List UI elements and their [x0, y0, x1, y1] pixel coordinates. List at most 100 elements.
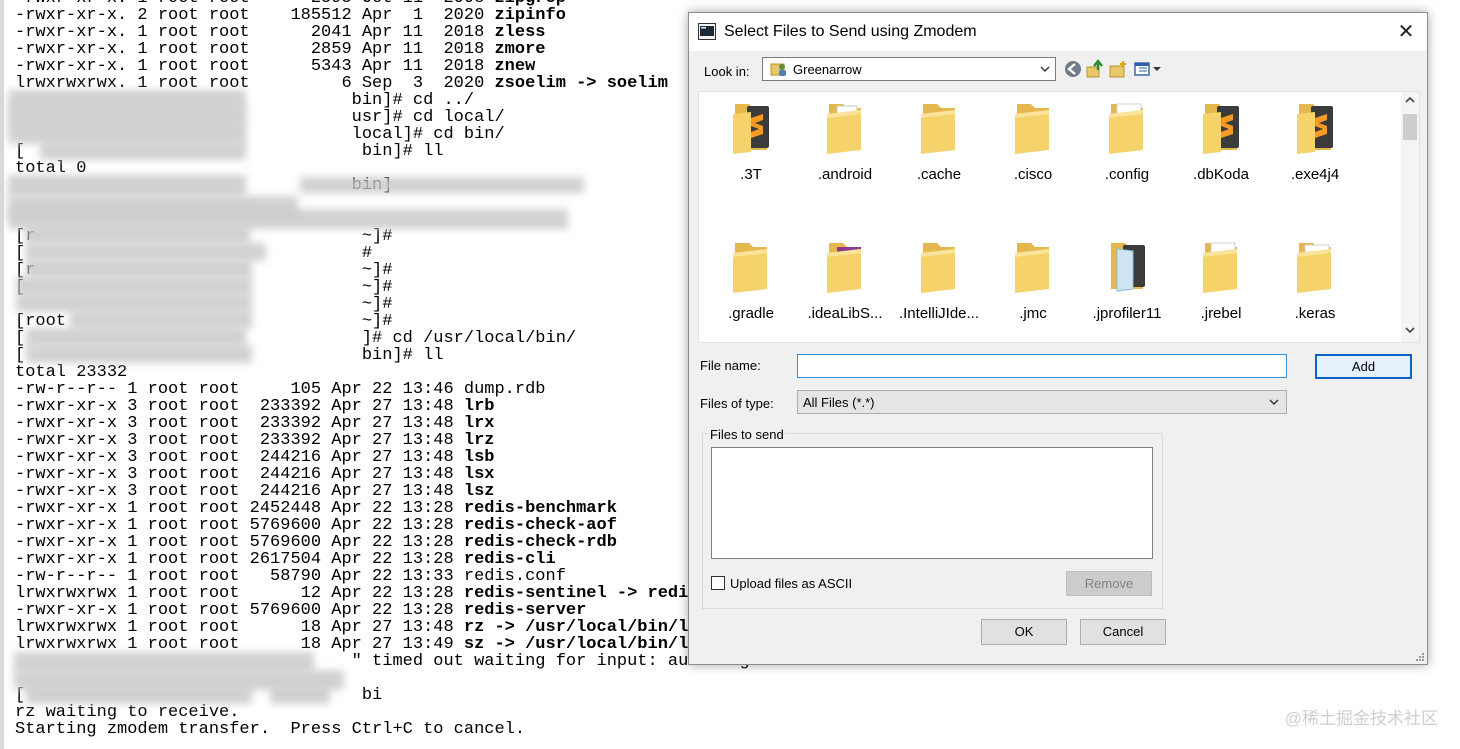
terminal-line-filename: zsoelim -> soelim [494, 74, 668, 93]
redacted-prompt [26, 345, 252, 363]
files-to-send-label: Files to send [709, 427, 785, 442]
redacted-prompt [26, 243, 266, 261]
add-button[interactable]: Add [1315, 354, 1412, 379]
redacted-prompt [26, 260, 252, 278]
close-icon[interactable]: ✕ [1393, 19, 1419, 45]
file-item[interactable]: .exe4j4 [1269, 100, 1361, 220]
sublime-folder-icon [705, 100, 797, 158]
file-item[interactable]: .gradle [705, 239, 797, 342]
look-in-dropdown[interactable]: Greenarrow [762, 57, 1056, 81]
scroll-up-icon[interactable] [1404, 94, 1416, 106]
file-item-label: .config [1104, 166, 1150, 183]
terminal-line: -rwxr-xr-x 3 root root 244216 Apr 27 13:… [15, 449, 780, 466]
file-item[interactable]: .config [1081, 100, 1173, 220]
file-item-label: .jrebel [1200, 305, 1242, 322]
title-bar[interactable]: Select Files to Send using Zmodem ✕ [689, 13, 1427, 51]
folder-icon [893, 100, 985, 158]
folder-icon [893, 239, 985, 297]
file-item[interactable]: .jprofiler11 [1081, 239, 1173, 342]
view-menu-icon[interactable] [1133, 59, 1163, 79]
file-item-label: .gradle [728, 305, 774, 322]
files-to-send-list[interactable] [711, 447, 1153, 559]
file-item[interactable]: .jrebel [1175, 239, 1267, 342]
file-item-label: .jmc [1019, 305, 1047, 322]
remove-button[interactable]: Remove [1066, 571, 1152, 596]
redacted-prompt [16, 294, 252, 312]
redacted-prompt [8, 124, 246, 144]
folder-icon [705, 239, 797, 297]
chevron-down-icon [1269, 399, 1279, 405]
terminal-left-edge [0, 0, 4, 749]
folder-markdown-icon: M↓ [1269, 239, 1361, 297]
terminal-line: lrwxrwxrwx 1 root root 18 Apr 27 13:48 r… [15, 619, 780, 636]
file-item-label: .exe4j4 [1290, 166, 1340, 183]
folder-icon [987, 239, 1079, 297]
terminal-line: -rwxr-xr-x 3 root root 233392 Apr 27 13:… [15, 432, 780, 449]
file-item[interactable]: .ideaLibS... [799, 239, 891, 342]
new-folder-icon[interactable] [1108, 59, 1128, 79]
up-folder-icon[interactable] [1085, 59, 1105, 79]
terminal-line: rz waiting to receive. [15, 704, 780, 721]
redacted-prompt [270, 686, 330, 704]
files-of-type-value: All Files (*.*) [803, 395, 875, 410]
ok-button[interactable]: OK [981, 619, 1067, 645]
terminal-line: lrwxrwxrwx 1 root root 12 Apr 22 13:28 r… [15, 585, 780, 602]
file-item[interactable]: .dbKoda [1175, 100, 1267, 220]
scroll-down-icon[interactable] [1404, 324, 1416, 336]
winrar-folder-icon [799, 239, 891, 297]
sublime-folder-icon [1175, 100, 1267, 158]
file-item-label: .cache [916, 166, 962, 183]
zmodem-file-dialog: Select Files to Send using Zmodem ✕ Look… [688, 12, 1428, 665]
file-item[interactable]: .android [799, 100, 891, 220]
back-arrow-icon[interactable] [1063, 59, 1083, 79]
terminal-line: -rwxr-xr-x 3 root root 233392 Apr 27 13:… [15, 398, 780, 415]
file-item[interactable]: .3T [705, 100, 797, 220]
file-item-label: .jprofiler11 [1092, 305, 1162, 322]
folder-page-icon [1175, 239, 1267, 297]
files-of-type-label: Files of type: [700, 396, 774, 411]
file-item[interactable]: .cache [893, 100, 985, 220]
file-item[interactable]: .IntelliJIde... [893, 239, 985, 342]
file-item[interactable]: M↓ .keras [1269, 239, 1361, 342]
folder-doc-icon [799, 100, 891, 158]
file-browser-list[interactable]: .3T .android .cache .cisco .config .dbKoda .ex… [698, 91, 1420, 343]
terminal-line: Starting zmodem transfer. Press Ctrl+C t… [15, 721, 780, 738]
file-item[interactable]: .cisco [987, 100, 1079, 220]
file-name-input[interactable] [797, 354, 1287, 378]
look-in-value: Greenarrow [793, 62, 862, 77]
vertical-scrollbar[interactable] [1401, 92, 1419, 342]
redacted-prompt [14, 652, 314, 672]
files-to-send-group: Files to send Upload files as ASCII Remo… [702, 427, 1163, 609]
file-item-label: .dbKoda [1193, 166, 1249, 183]
redacted-prompt [16, 277, 252, 295]
chevron-down-icon [1040, 66, 1050, 72]
file-item-label: .3T [740, 166, 762, 183]
redacted-prompt [26, 686, 252, 704]
terminal-line-text: Starting zmodem transfer. Press Ctrl+C t… [15, 720, 526, 739]
terminal-line: -rwxr-xr-x 3 root root 244216 Apr 27 13:… [15, 466, 780, 483]
files-of-type-dropdown[interactable]: All Files (*.*) [797, 390, 1287, 414]
upload-ascii-label[interactable]: Upload files as ASCII [730, 576, 852, 591]
file-item-label: .IntelliJIde... [898, 305, 980, 322]
folder-image-icon [1081, 239, 1173, 297]
file-item[interactable]: .jmc [987, 239, 1079, 342]
resize-grip-icon[interactable] [1415, 652, 1425, 662]
terminal-line: -rwxr-xr-x. 1 root root 5343 Apr 11 2018… [15, 58, 780, 75]
redacted-prompt [70, 311, 252, 329]
dialog-title: Select Files to Send using Zmodem [724, 23, 977, 40]
terminal-line: -rwxr-xr-x 1 root root 5769600 Apr 22 13… [15, 602, 780, 619]
file-item-label: .ideaLibS... [807, 305, 883, 322]
cancel-button[interactable]: Cancel [1080, 619, 1166, 645]
terminal-line: -rwxr-xr-x 3 root root 244216 Apr 27 13:… [15, 483, 780, 500]
redacted-output [300, 177, 584, 193]
scrollbar-thumb[interactable] [1403, 114, 1417, 140]
terminal-app-icon [698, 23, 716, 40]
terminal-line: lrwxrwxrwx 1 root root 18 Apr 27 13:49 s… [15, 636, 780, 653]
look-in-label: Look in: [704, 64, 750, 79]
redacted-prompt [8, 175, 246, 197]
terminal-line: total 23332 [15, 364, 780, 381]
terminal-line: -rwxr-xr-x 1 root root 2452448 Apr 22 13… [15, 500, 780, 517]
terminal-line: -rwxr-xr-x 3 root root 233392 Apr 27 13:… [15, 415, 780, 432]
upload-ascii-checkbox[interactable] [711, 576, 725, 590]
terminal-line: -rwxr-xr-x. 2 root root 185512 Apr 1 202… [15, 7, 780, 24]
